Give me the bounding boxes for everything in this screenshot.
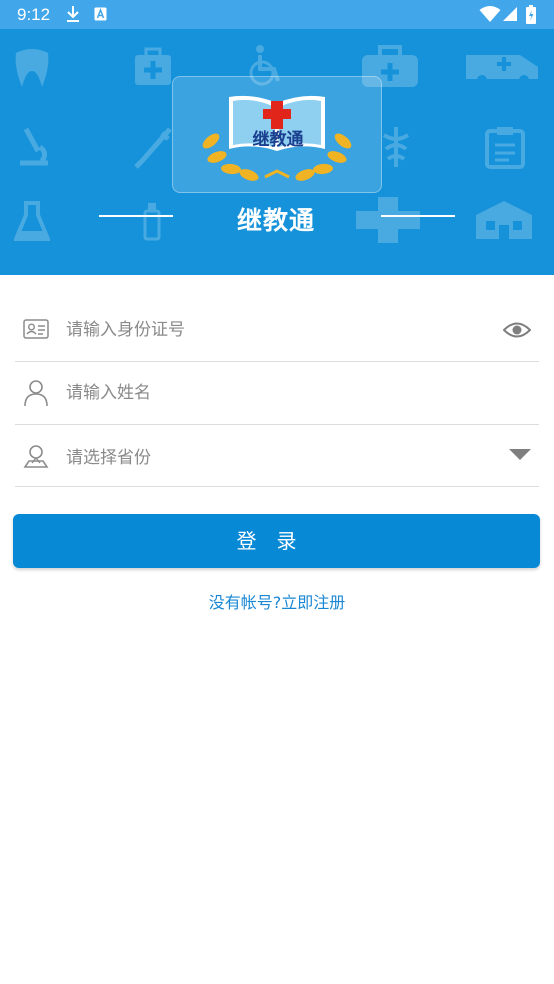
id-card-icon — [23, 319, 49, 339]
province-placeholder: 请选择省份 — [66, 448, 151, 468]
microscope-icon — [20, 127, 48, 166]
register-link[interactable]: 没有帐号?立即注册 — [0, 589, 554, 613]
wifi-icon — [479, 6, 501, 22]
battery-charging-icon — [526, 5, 536, 24]
title-divider-left — [99, 215, 173, 217]
logo: 继教通 — [172, 76, 382, 193]
ambulance-icon — [466, 55, 538, 85]
title-divider-right — [381, 215, 455, 217]
status-time: 9:12 — [17, 5, 51, 24]
location-person-icon — [23, 445, 49, 468]
name-field[interactable] — [15, 362, 539, 425]
province-select[interactable]: 请选择省份 — [15, 424, 539, 487]
name-input[interactable] — [66, 378, 486, 408]
id-number-input[interactable] — [66, 315, 486, 345]
download-icon — [67, 6, 79, 22]
dropdown-arrow-icon[interactable] — [509, 449, 531, 461]
caduceus-icon — [382, 127, 410, 167]
signal-icon — [503, 7, 517, 21]
status-bar: 9:12 — [0, 0, 554, 29]
syringe-icon — [134, 127, 172, 169]
cross-icon — [356, 197, 420, 243]
login-button[interactable]: 登录 — [13, 514, 540, 568]
eye-icon[interactable] — [503, 321, 531, 339]
app-title: 继教通 — [236, 206, 315, 235]
bottle-icon — [143, 203, 161, 241]
id-number-field[interactable] — [15, 299, 539, 362]
flask-icon — [14, 201, 50, 241]
hospital-icon — [476, 201, 532, 239]
clipboard-icon — [485, 127, 525, 169]
person-icon — [24, 380, 48, 407]
medical-kit-icon — [135, 47, 171, 85]
logo-text: 继教通 — [252, 130, 304, 150]
header-banner: 继教通 继教通 — [0, 29, 554, 275]
tooth-icon — [15, 49, 49, 87]
keyboard-a-icon — [94, 7, 107, 21]
